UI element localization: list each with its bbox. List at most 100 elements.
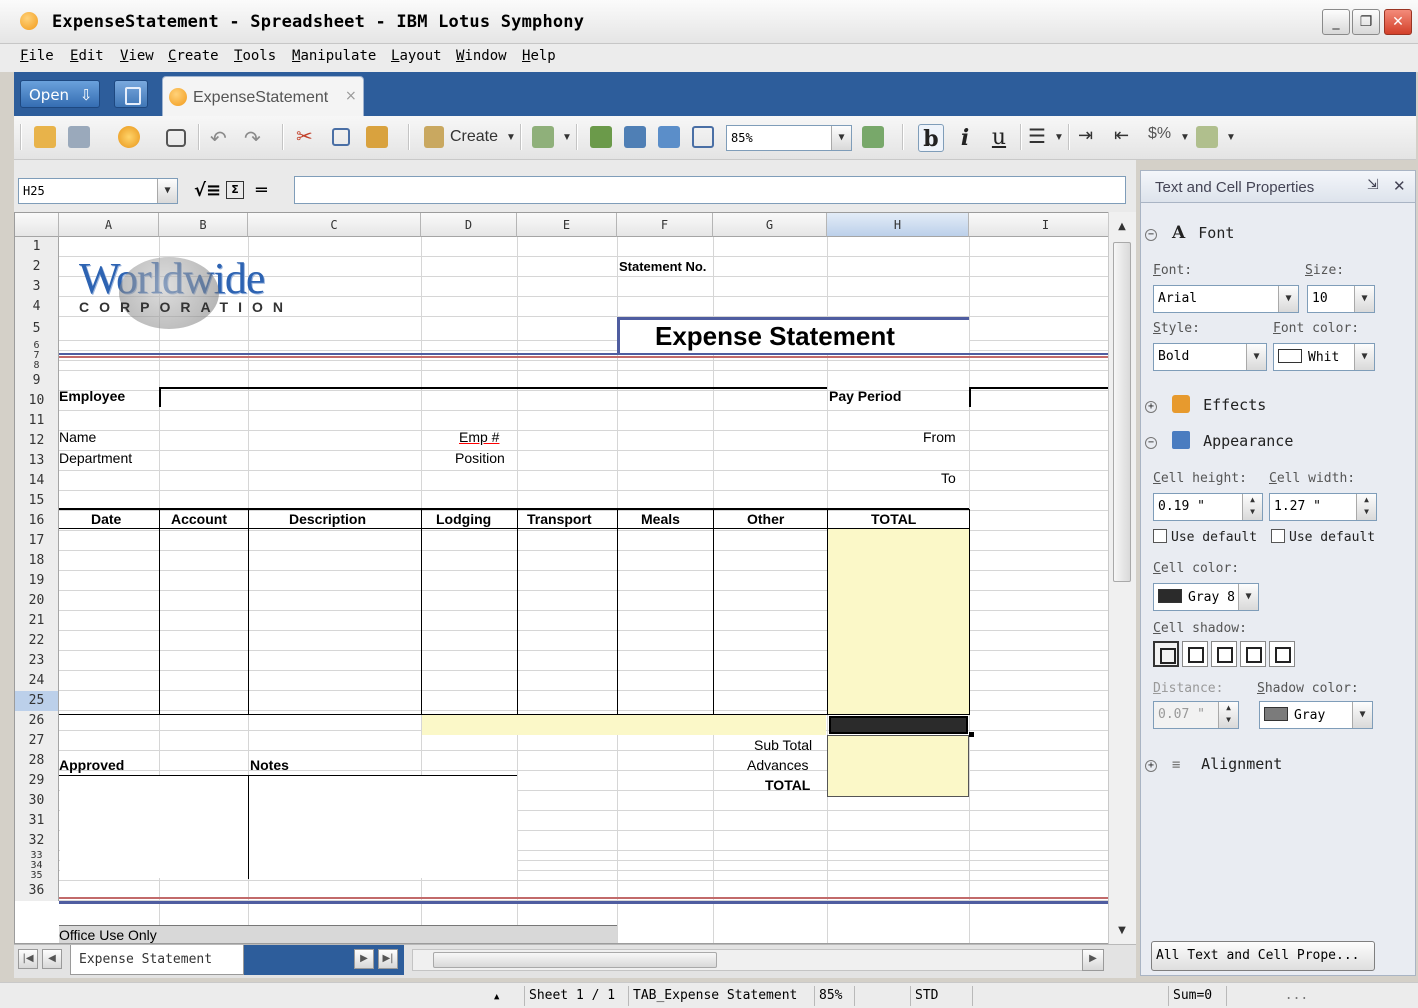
row-header[interactable]: 1 [15,237,59,257]
shadow-bottom-right-icon[interactable] [1182,641,1208,667]
menu-create[interactable]: Create [168,48,219,64]
zoom-select[interactable]: 85% ▼ [726,125,852,151]
row-header[interactable]: 4 [15,297,59,317]
cell-color-select[interactable]: Gray 8 ▼ [1153,583,1259,611]
border-dropdown-icon[interactable]: ▼ [1226,132,1236,143]
bold-button[interactable]: b [918,124,944,152]
shadow-color-select[interactable]: Gray ▼ [1259,701,1373,729]
close-sidebar-icon[interactable]: ✕ [1393,177,1406,195]
font-color-select[interactable]: Whit ▼ [1273,343,1375,371]
menu-help[interactable]: Help [522,48,556,64]
scroll-down-icon[interactable]: ▼ [1113,922,1131,940]
menu-tools[interactable]: Tools [234,48,276,64]
size-select[interactable]: 10 ▼ [1307,285,1375,313]
name-box[interactable]: H25 ▼ [18,178,178,204]
print-icon[interactable] [166,129,186,147]
insert-row-icon[interactable]: ⇤ [1114,125,1129,146]
column-header-a[interactable]: A [59,213,159,237]
select-all-corner[interactable] [15,213,59,237]
checkbox-icon[interactable] [1153,529,1167,543]
row-header[interactable]: 32 [15,831,59,851]
spellcheck-icon[interactable] [862,126,884,148]
font-select[interactable]: Arial ▼ [1153,285,1299,313]
copy-icon[interactable] [332,128,350,146]
row-header[interactable]: 23 [15,651,59,671]
style-select[interactable]: Bold ▼ [1153,343,1267,371]
appearance-section-header[interactable]: − Appearance [1145,431,1409,450]
column-header-e[interactable]: E [517,213,617,237]
symphony-new-icon[interactable] [118,126,140,148]
row-header[interactable]: 30 [15,791,59,811]
row-header[interactable]: 12 [15,431,59,451]
create-dropdown-icon[interactable]: ▼ [506,132,516,143]
row-header[interactable]: 35 [15,871,59,881]
row-header[interactable]: 19 [15,571,59,591]
column-header-g[interactable]: G [713,213,827,237]
row-header[interactable]: 27 [15,731,59,751]
row-header[interactable]: 10 [15,391,59,411]
currency-dropdown-icon[interactable]: ▼ [1180,132,1190,143]
cut-icon[interactable]: ✂ [296,124,313,149]
minimize-button[interactable]: _ [1322,9,1350,35]
first-sheet-icon[interactable]: |◀ [18,949,38,969]
shadow-bottom-left-icon[interactable] [1240,641,1266,667]
scroll-up-icon[interactable]: ▲ [1113,218,1131,236]
row-header[interactable]: 3 [15,277,59,297]
open-button[interactable]: Open ⇩ [20,80,100,108]
sort-ascending-icon[interactable] [590,126,612,148]
approved-area[interactable] [60,776,248,878]
column-header-f[interactable]: F [617,213,713,237]
scroll-right-icon[interactable]: ▶ [1082,949,1104,971]
restore-button[interactable]: ❐ [1352,9,1380,35]
function-wizard-icon[interactable]: Σ [226,181,244,199]
vertical-scrollbar[interactable]: ▲ ▼ [1108,212,1136,944]
active-cell-h25[interactable] [829,716,968,734]
row-header[interactable]: 21 [15,611,59,631]
formula-input[interactable] [294,176,1126,204]
shadow-none-icon[interactable] [1153,641,1179,667]
menu-file[interactable]: File [20,48,54,64]
tab-close-icon[interactable]: × [345,88,357,104]
menu-manipulate[interactable]: Manipulate [292,48,376,64]
row-header[interactable]: 22 [15,631,59,651]
redo-icon[interactable]: ↷ [244,126,261,151]
row-header[interactable]: 2 [15,257,59,277]
border-icon[interactable] [1196,126,1218,148]
effects-section-header[interactable]: + Effects [1145,395,1409,414]
equals-icon[interactable]: ═ [256,180,267,201]
italic-button[interactable]: i [952,124,978,152]
new-document-icon[interactable] [114,80,148,108]
function-icon[interactable] [658,126,680,148]
menu-edit[interactable]: Edit [70,48,104,64]
row-header[interactable]: 14 [15,471,59,491]
use-default-width[interactable]: Use default [1271,529,1375,545]
distance-input[interactable]: 0.07 " ▲ ▼ [1153,701,1239,729]
row-header[interactable]: 24 [15,671,59,691]
undo-icon[interactable]: ↶ [210,126,227,151]
cell-height-input[interactable]: 0.19 " ▲ ▼ [1153,493,1263,521]
close-button[interactable]: ✕ [1384,9,1412,35]
underline-button[interactable]: u [986,124,1012,152]
open-folder-icon[interactable] [34,126,56,148]
row-header[interactable]: 11 [15,411,59,431]
tab-expense-statement[interactable]: ExpenseStatement × [162,76,364,116]
font-section-header[interactable]: − A Font [1145,223,1409,243]
text-box-icon[interactable] [692,126,714,148]
last-sheet-icon[interactable]: ▶| [378,949,398,969]
row-header[interactable]: 31 [15,811,59,831]
row-header[interactable]: 15 [15,491,59,511]
row-header[interactable]: 20 [15,591,59,611]
row-header[interactable]: 28 [15,751,59,771]
next-sheet-icon[interactable]: ▶ [354,949,374,969]
spreadsheet-grid[interactable]: A B C D E F G H I Worldwide CORPORATION … [14,212,1122,944]
spinner-icon[interactable]: ▲ ▼ [1242,494,1262,520]
shadow-top-left-icon[interactable] [1269,641,1295,667]
row-header[interactable]: 5 [15,317,59,341]
row-header[interactable]: 29 [15,771,59,791]
cell-width-input[interactable]: 1.27 " ▲ ▼ [1269,493,1377,521]
column-header-b[interactable]: B [159,213,248,237]
pin-icon[interactable]: ⇲ [1367,177,1379,193]
row-header[interactable]: 17 [15,531,59,551]
column-header-i[interactable]: I [969,213,1121,237]
status-page-style[interactable]: TAB_Expense Statement [628,986,814,1006]
